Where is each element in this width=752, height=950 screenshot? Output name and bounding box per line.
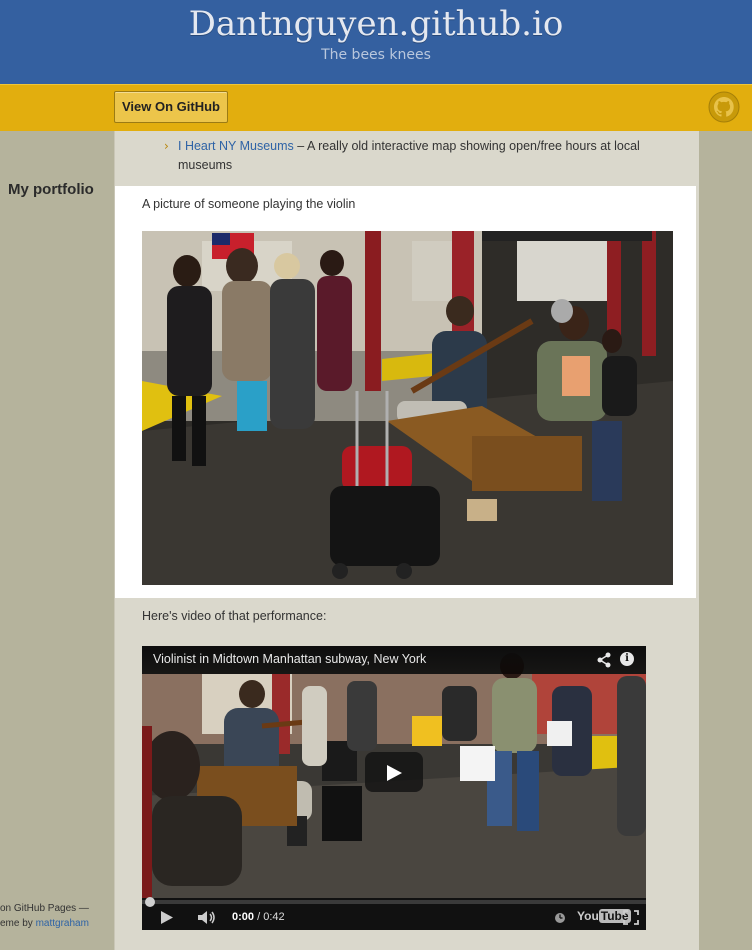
museums-link[interactable]: I Heart NY Museums [178, 139, 294, 153]
watch-later-icon[interactable] [554, 912, 566, 924]
right-sidebar [699, 131, 752, 950]
site-tagline: The bees knees [321, 47, 431, 63]
portfolio-link[interactable]: My portfolio [8, 181, 94, 198]
credit-author-link[interactable]: mattgraham [36, 918, 89, 929]
duration: / 0:42 [257, 911, 285, 923]
time-display: 0:00 / 0:42 [232, 911, 285, 923]
list-item: I Heart NY Museums – A really old intera… [178, 137, 678, 175]
play-icon [387, 765, 402, 781]
left-sidebar: My portfolio on GitHub Pages — eme by ma… [0, 131, 114, 950]
credit-line: on GitHub Pages — [0, 903, 89, 914]
video-caption: Here's video of that performance: [142, 609, 327, 623]
list-bullet-icon: › [164, 139, 169, 153]
info-icon[interactable]: i [620, 652, 634, 666]
play-small-icon[interactable] [160, 911, 174, 924]
nav-bar: View On GitHub [0, 84, 752, 132]
video-title[interactable]: Violinist in Midtown Manhattan subway, N… [153, 652, 426, 666]
photo-card: A picture of someone playing the violin [115, 186, 696, 598]
footer-credit: on GitHub Pages — eme by mattgraham [0, 901, 114, 931]
site-header: Dantnguyen.github.io The bees knees [0, 0, 752, 85]
current-time: 0:00 [232, 911, 255, 923]
photo-caption: A picture of someone playing the violin [142, 197, 356, 211]
progress-handle[interactable] [145, 897, 155, 907]
credit-line-2: eme by mattgraham [0, 916, 114, 931]
github-octocat-icon[interactable] [708, 91, 740, 123]
play-button[interactable] [365, 752, 423, 792]
view-on-github-button[interactable]: View On GitHub [114, 91, 228, 123]
progress-bar[interactable] [142, 900, 646, 904]
video-title-bar: Violinist in Midtown Manhattan subway, N… [142, 646, 646, 674]
fullscreen-icon[interactable] [623, 910, 639, 925]
youtube-logo-icon[interactable]: You Tube [577, 909, 631, 925]
main-content: › I Heart NY Museums – A really old inte… [114, 131, 700, 950]
volume-icon[interactable] [197, 910, 217, 925]
youtube-you: You [577, 909, 599, 923]
share-icon[interactable] [596, 652, 612, 668]
credit-prefix: eme by [0, 918, 36, 929]
site-title[interactable]: Dantnguyen.github.io [0, 4, 752, 44]
violinist-photo [142, 231, 673, 585]
video-player[interactable]: Violinist in Midtown Manhattan subway, N… [142, 646, 646, 930]
